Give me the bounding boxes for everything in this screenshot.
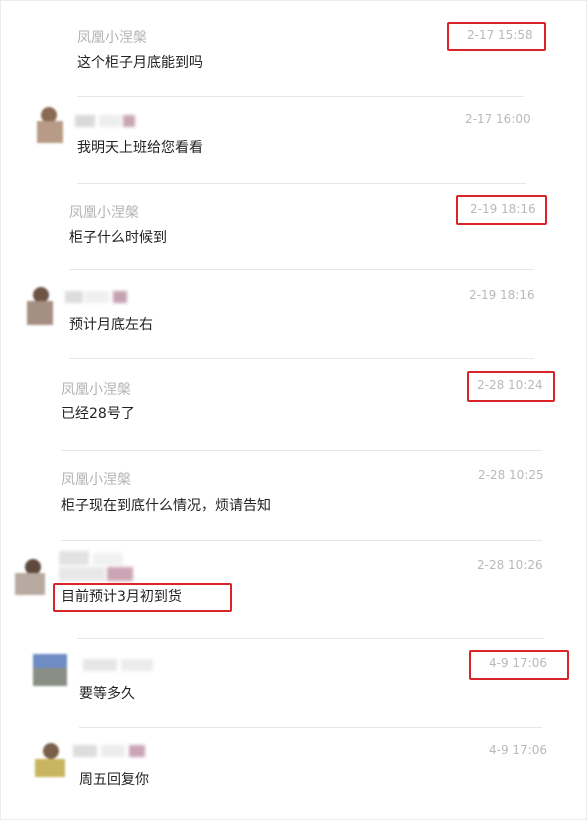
highlight-box [467, 371, 555, 402]
sender-name: 凤凰小涅槃 [69, 205, 139, 221]
message-text: 要等多久 [79, 686, 135, 702]
message-text: 柜子什么时候到 [69, 230, 167, 246]
avatar [33, 741, 67, 777]
message-text: 周五回复你 [79, 772, 149, 788]
divider [77, 183, 526, 184]
divider [69, 358, 534, 359]
message-text: 预计月底左右 [69, 317, 153, 333]
highlight-box [456, 195, 547, 225]
message-time: 2-17 16:00 [465, 112, 531, 126]
divider [79, 727, 542, 728]
highlight-box [53, 583, 232, 612]
divider [77, 96, 524, 97]
message-time: 2-19 18:16 [469, 288, 535, 302]
message-text: 这个柜子月底能到吗 [77, 55, 203, 71]
message-text: 已经28号了 [61, 406, 135, 422]
divider [61, 450, 542, 451]
divider [77, 638, 544, 639]
sender-name: 凤凰小涅槃 [61, 382, 131, 398]
message-time: 4-9 17:06 [489, 743, 547, 757]
redacted-sender-name [83, 657, 159, 673]
highlight-box [469, 650, 569, 680]
message-text: 柜子现在到底什么情况，烦请告知 [61, 498, 271, 514]
divider [69, 269, 534, 270]
avatar [35, 105, 63, 143]
avatar [25, 285, 55, 325]
avatar [33, 654, 67, 686]
redacted-sender-name [75, 113, 145, 129]
message-text: 我明天上班给您看看 [77, 140, 203, 156]
chat-log-panel: 凤凰小涅槃 这个柜子月底能到吗 2-17 15:58 我明天上班给您看看 2-1… [0, 0, 587, 820]
redacted-sender-name [73, 743, 149, 759]
message-time: 2-28 10:26 [477, 558, 543, 572]
sender-name: 凤凰小涅槃 [61, 472, 131, 488]
avatar [13, 555, 49, 597]
divider [61, 540, 542, 541]
redacted-sender-name [65, 289, 135, 305]
message-time: 2-28 10:25 [478, 468, 544, 482]
sender-name: 凤凰小涅槃 [77, 30, 147, 46]
highlight-box [447, 22, 546, 51]
redacted-sender-name [59, 549, 139, 585]
